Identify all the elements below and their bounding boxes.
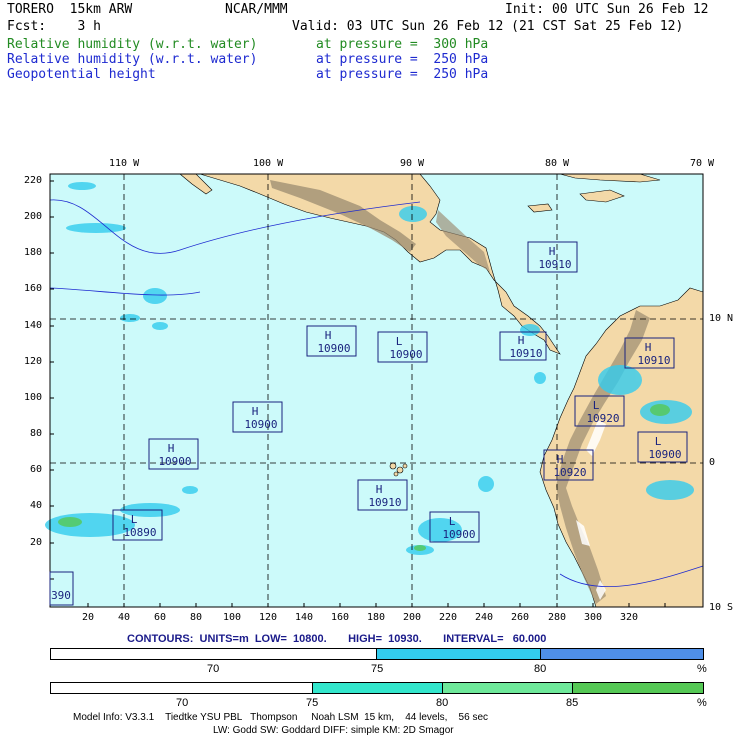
contours-info: CONTOURS: UNITS=m LOW= 10800. HIGH= 1093… — [127, 633, 547, 645]
center-type: H — [168, 442, 175, 455]
colorbar-segment — [541, 649, 703, 659]
colorbar-label: 75 — [306, 697, 319, 709]
y-tick: 160 — [24, 283, 43, 294]
colorbar-segment — [377, 649, 541, 659]
center-type: L — [396, 335, 403, 348]
physics-info: LW: Godd SW: Goddard DIFF: simple KM: 2D… — [213, 725, 454, 736]
colorbar-label: 80 — [534, 663, 547, 675]
x-tick: 20 — [82, 612, 95, 623]
center-type: L — [131, 513, 138, 526]
center-value: 10900 — [317, 342, 350, 355]
x-tick: 320 — [620, 612, 639, 623]
colorbar-label: 75 — [371, 663, 384, 675]
x-tick: 180 — [367, 612, 386, 623]
y-tick: 100 — [24, 392, 43, 403]
x-tick: 260 — [511, 612, 530, 623]
center-type: H — [325, 329, 332, 342]
center-value: 10920 — [586, 412, 619, 425]
lon-label: 70 W — [690, 158, 715, 169]
center-value: 10910 — [637, 354, 670, 367]
y-tick: 60 — [30, 464, 43, 475]
center-type: H — [557, 453, 564, 466]
center-value: 10910 — [509, 347, 542, 360]
center-value: 10920 — [553, 466, 586, 479]
center-value: 10900 — [158, 455, 191, 468]
center-type: H — [376, 483, 383, 496]
center-value: 10900 — [244, 418, 277, 431]
lon-label: 90 W — [400, 158, 425, 169]
center-value: 390 — [51, 589, 71, 602]
lon-label: 110 W — [109, 158, 140, 169]
x-tick: 140 — [295, 612, 314, 623]
x-tick: 160 — [331, 612, 350, 623]
center-value: 10890 — [123, 526, 156, 539]
y-tick: 80 — [30, 428, 43, 439]
y-tick: 180 — [24, 247, 43, 258]
x-tick: 200 — [403, 612, 422, 623]
center-value: 10900 — [389, 348, 422, 361]
center-value: 10900 — [442, 528, 475, 541]
colorbar-segment — [51, 649, 377, 659]
x-tick: 220 — [439, 612, 458, 623]
y-tick: 200 — [24, 211, 43, 222]
colorbar-segment — [313, 683, 443, 693]
x-tick: 60 — [154, 612, 167, 623]
lon-label: 80 W — [545, 158, 570, 169]
center-value: 10910 — [538, 258, 571, 271]
x-tick: 120 — [259, 612, 278, 623]
center-type: H — [518, 334, 525, 347]
colorbar-label: 70 — [207, 663, 220, 675]
colorbar-segment — [443, 683, 573, 693]
lat-label: 10 N — [709, 313, 734, 324]
x-tick: 300 — [584, 612, 603, 623]
y-tick: 220 — [24, 175, 43, 186]
model-info: Model Info: V3.3.1 Tiedtke YSU PBL Thomp… — [73, 712, 489, 723]
colorbar-label: 70 — [176, 697, 189, 709]
lat-label: 0 — [709, 457, 716, 468]
colorbar-segment — [573, 683, 703, 693]
colorbar-label: % — [697, 663, 707, 675]
colorbar-label: 85 — [566, 697, 579, 709]
center-value: 10910 — [368, 496, 401, 509]
x-tick: 100 — [223, 612, 242, 623]
x-tick: 240 — [475, 612, 494, 623]
colorbar-segment — [51, 683, 313, 693]
x-tick: 80 — [190, 612, 203, 623]
center-value: 10900 — [648, 448, 681, 461]
center-type: H — [645, 341, 652, 354]
lat-label: 10 S — [709, 602, 734, 613]
y-tick: 20 — [30, 537, 43, 548]
x-tick: 280 — [548, 612, 567, 623]
x-tick: 40 — [118, 612, 131, 623]
center-type: L — [593, 399, 600, 412]
center-type: H — [252, 405, 259, 418]
colorbar-label: % — [697, 697, 707, 709]
y-tick: 40 — [30, 500, 43, 511]
colorbar-label: 80 — [436, 697, 449, 709]
center-type: L — [449, 515, 456, 528]
colorbar-300hpa — [50, 648, 704, 660]
colorbar-250hpa — [50, 682, 704, 694]
y-tick: 140 — [24, 320, 43, 331]
center-type: H — [549, 245, 556, 258]
lon-label: 100 W — [253, 158, 284, 169]
y-tick: 120 — [24, 356, 43, 367]
weather-map: H 10910 H 10900 L 10900 H 10910 H 10910 … — [45, 173, 704, 608]
center-type: L — [655, 435, 662, 448]
